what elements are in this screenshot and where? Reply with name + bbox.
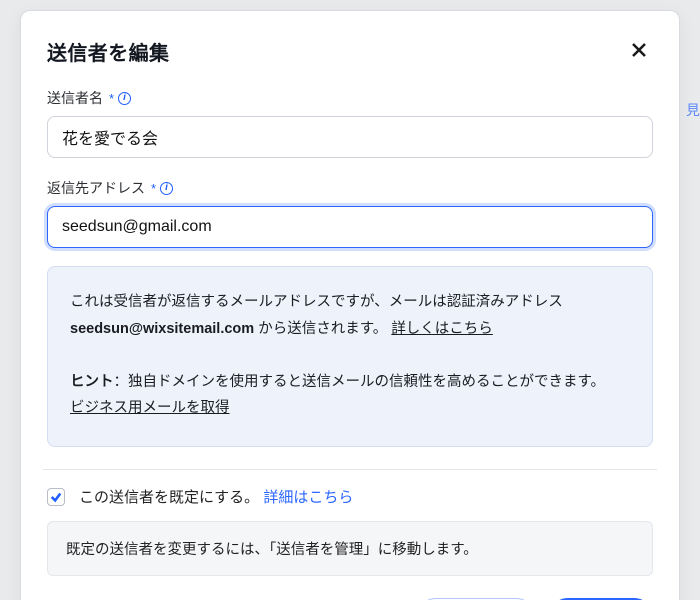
close-icon	[631, 42, 647, 61]
background-truncated-link: 見	[686, 100, 700, 120]
required-mark: *	[151, 181, 156, 196]
reply-to-note: これは受信者が返信するメールアドレスですが、メールは認証済みアドレス seeds…	[47, 266, 653, 447]
hint-colon: ：	[114, 374, 129, 390]
get-business-mail-link[interactable]: ビジネス用メールを取得	[70, 400, 230, 416]
sender-name-label-row: 送信者名 * i	[47, 88, 653, 108]
info-icon[interactable]: i	[160, 182, 173, 195]
hint-label: ヒント	[70, 374, 114, 390]
note-text-pre: これは受信者が返信するメールアドレスですが、メールは認証済みアドレス	[70, 294, 563, 310]
divider	[43, 469, 657, 470]
note-text-mid: から送信されます。	[258, 321, 387, 337]
close-button[interactable]	[625, 38, 653, 66]
default-sender-checkbox[interactable]	[47, 488, 65, 506]
reply-to-label-row: 返信先アドレス * i	[47, 178, 653, 198]
learn-more-link[interactable]: 詳しくはこちら	[391, 321, 493, 337]
check-icon	[50, 491, 62, 503]
info-icon[interactable]: i	[118, 92, 131, 105]
default-sender-hint: 既定の送信者を変更するには、「送信者を管理」に移動します。	[47, 521, 653, 576]
modal-title: 送信者を編集	[47, 37, 169, 66]
sender-name-input[interactable]	[47, 116, 653, 158]
default-sender-label: この送信者を既定にする。	[79, 489, 259, 506]
reply-to-label: 返信先アドレス	[47, 178, 145, 198]
edit-sender-modal: 送信者を編集 送信者名 * i 返信先アドレス * i これは受信者が返信するメ…	[20, 10, 680, 600]
required-mark: *	[109, 91, 114, 106]
default-sender-learn-more-link[interactable]: 詳細はこちら	[263, 489, 353, 506]
note-sender-address: seedsun@wixsitemail.com	[70, 321, 254, 337]
sender-name-label: 送信者名	[47, 88, 103, 108]
reply-to-input[interactable]	[47, 206, 653, 248]
hint-text: 独自ドメインを使用すると送信メールの信頼性を高めることができます。	[128, 374, 605, 390]
